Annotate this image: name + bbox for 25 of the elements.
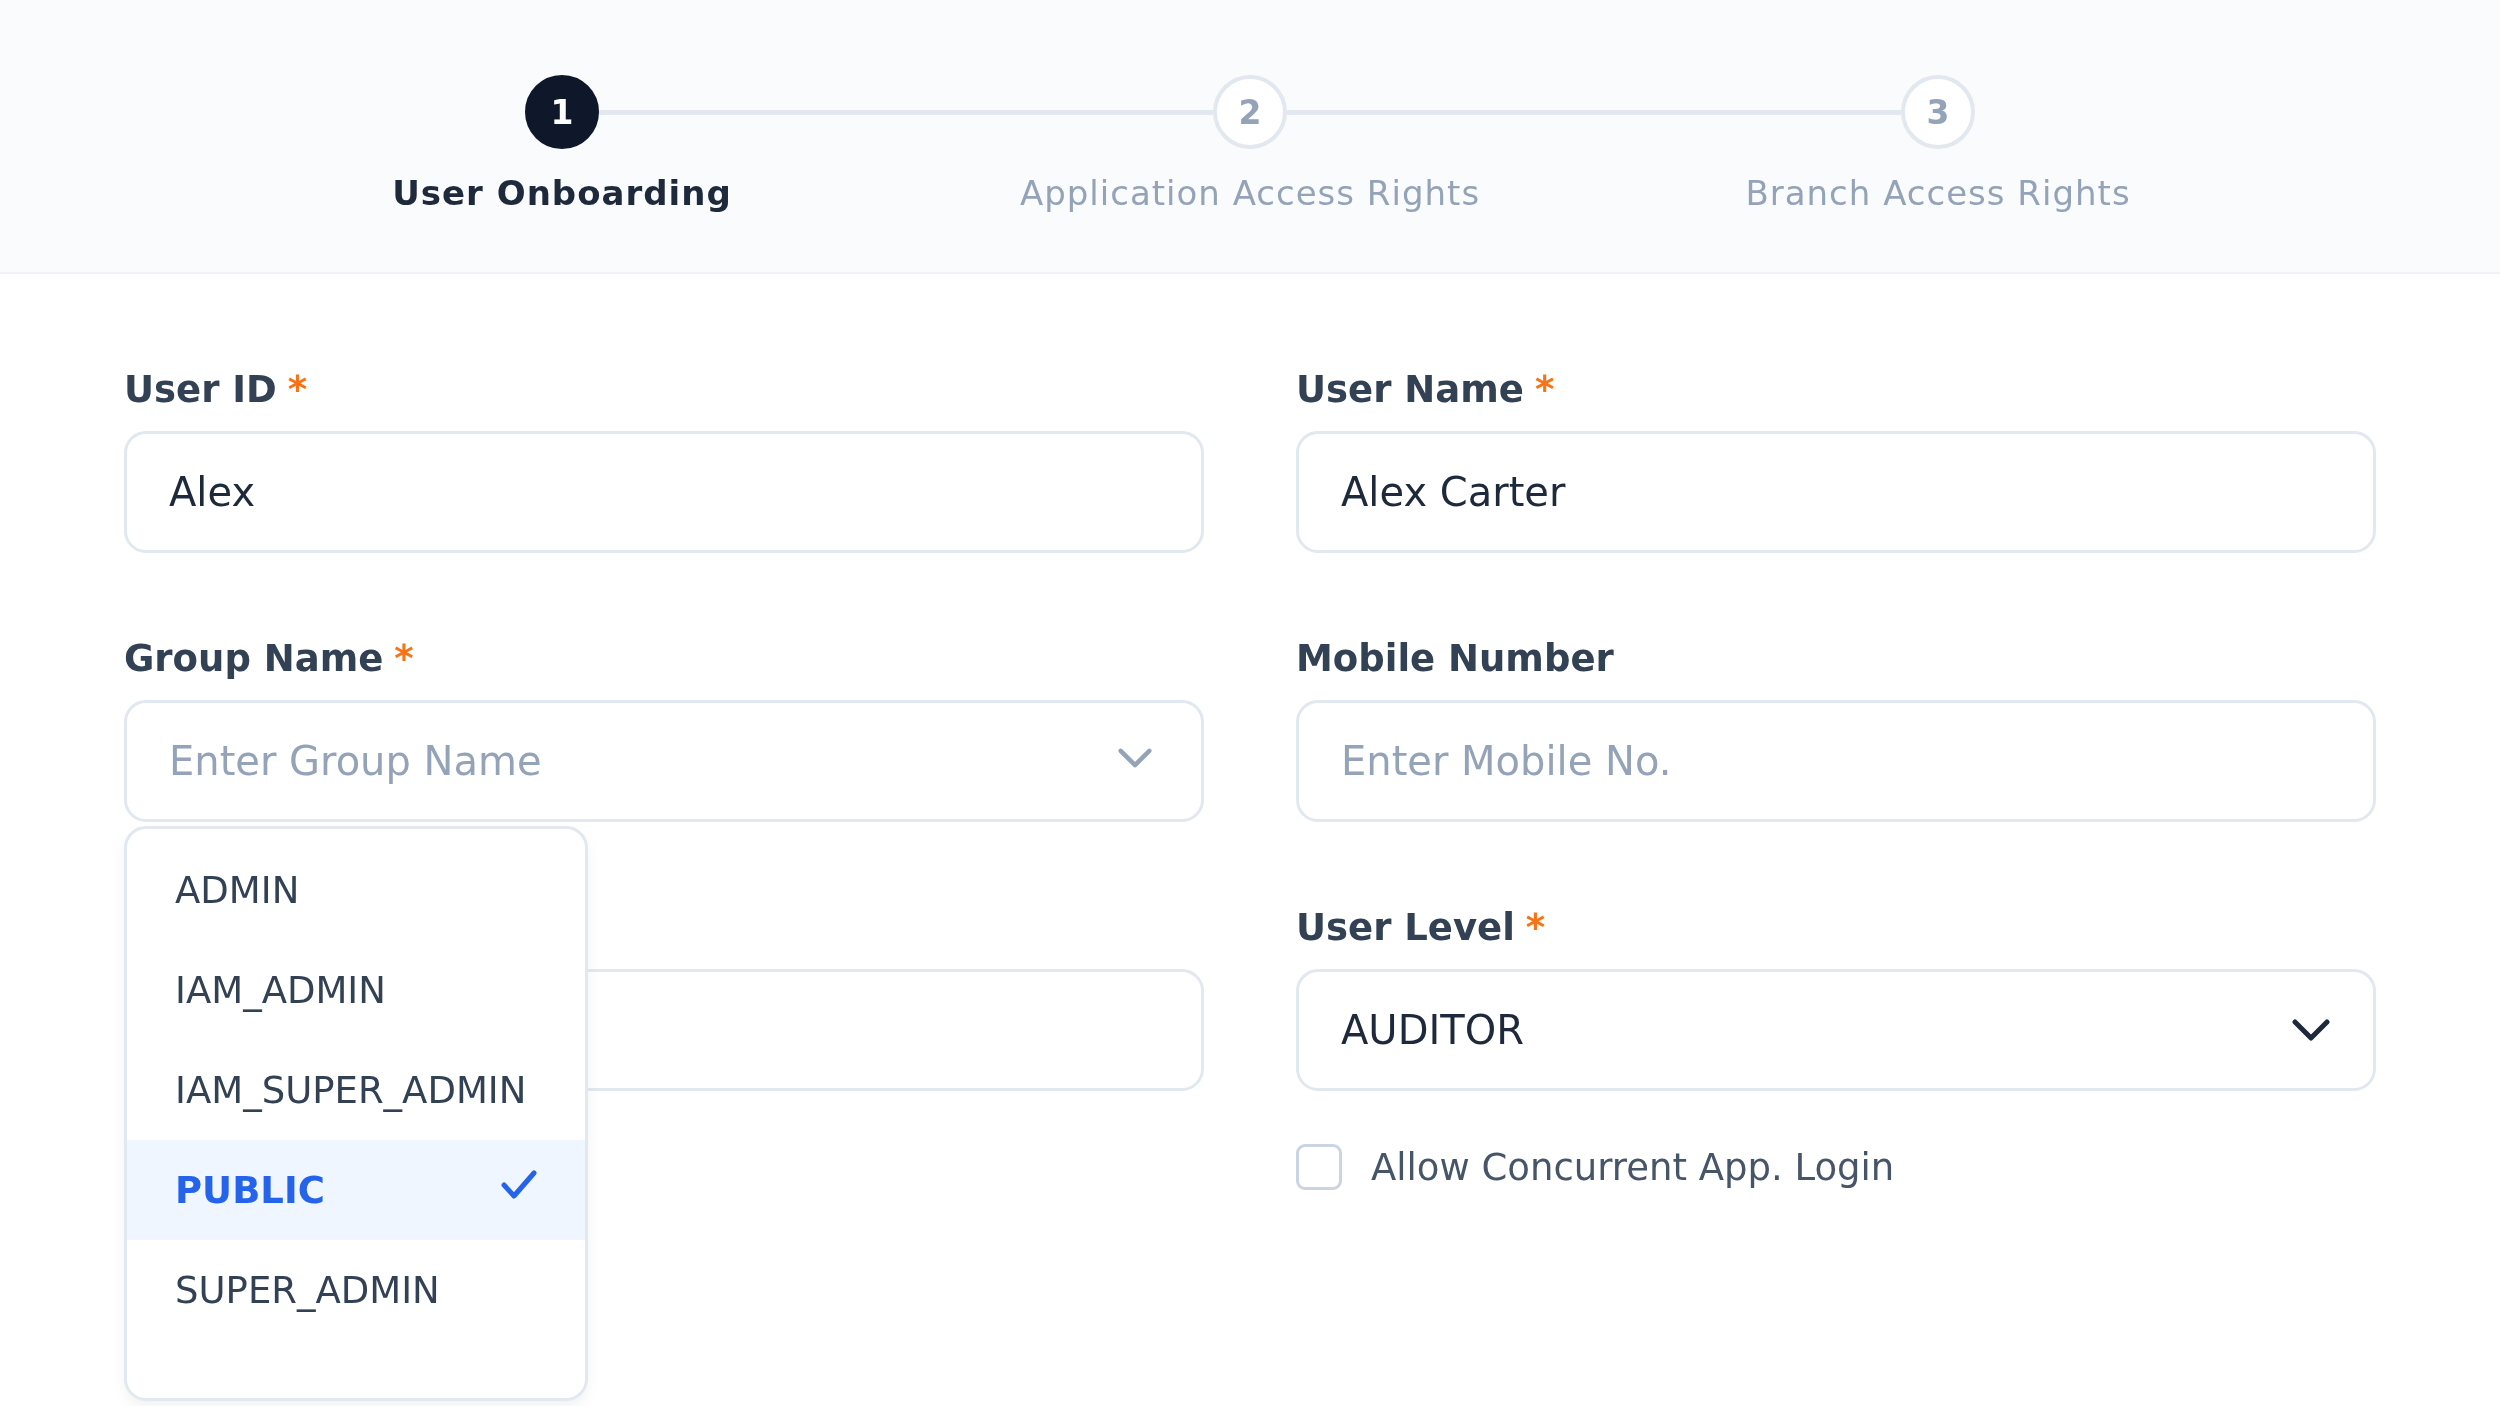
field-label: User Name	[1296, 367, 1524, 411]
chevron-down-icon	[2292, 1019, 2330, 1041]
required-mark: *	[287, 367, 308, 411]
step-number[interactable]: 1	[525, 75, 599, 149]
field-label: Group Name	[124, 636, 384, 680]
dropdown-option[interactable]: IAM_ADMIN	[127, 940, 585, 1040]
step-label[interactable]: User Onboarding	[392, 173, 732, 214]
checkbox-label: Allow Concurrent App. Login	[1371, 1145, 1895, 1189]
field-label: User Level	[1296, 905, 1515, 949]
required-mark: *	[1525, 905, 1546, 949]
checkmark-icon	[501, 1170, 537, 1200]
field-label: Mobile Number	[1296, 636, 1614, 680]
dropdown-option[interactable]: ADMIN	[127, 840, 585, 940]
checkbox[interactable]	[1296, 1144, 1342, 1190]
input-field[interactable]: Alex	[124, 431, 1204, 553]
dropdown-option[interactable]: PUBLIC	[127, 1140, 585, 1240]
chevron-down-icon	[1118, 748, 1152, 768]
input-field[interactable]: Alex Carter	[1296, 431, 2376, 553]
dropdown-option[interactable]: IAM_SUPER_ADMIN	[127, 1040, 585, 1140]
field-label: User ID	[124, 367, 277, 411]
required-mark: *	[1534, 367, 1555, 411]
dropdown-field[interactable]: AUDITOR	[1296, 969, 2376, 1091]
input-field[interactable]: Enter Mobile No.	[1296, 700, 2376, 822]
dropdown-option[interactable]: SUPER_ADMIN	[127, 1240, 585, 1340]
required-mark: *	[394, 636, 414, 680]
